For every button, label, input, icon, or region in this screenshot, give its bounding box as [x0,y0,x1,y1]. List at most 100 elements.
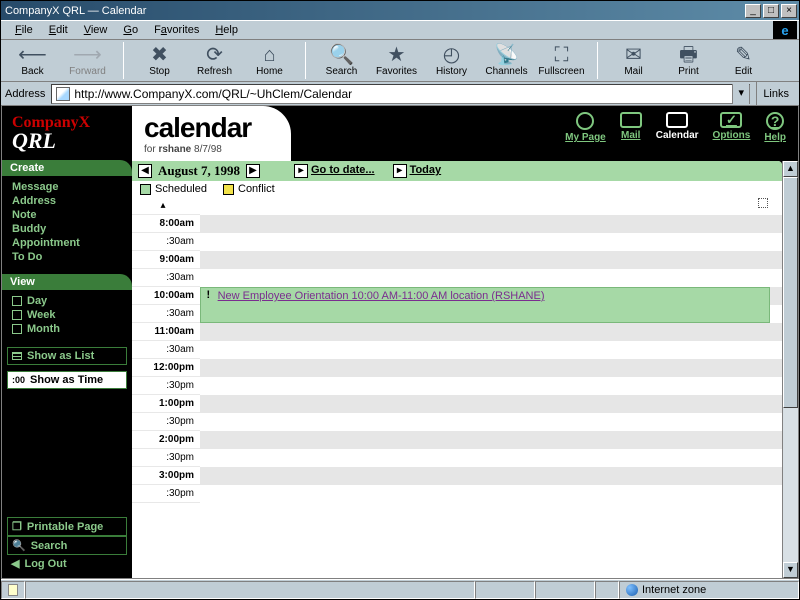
time-label: 10:00am [132,287,200,305]
time-slot[interactable] [200,341,782,359]
time-slot[interactable] [200,233,782,251]
sidebar-search-button[interactable]: 🔍Search [7,536,127,555]
home-button[interactable]: ⌂Home [242,42,297,79]
edit-button[interactable]: ✎Edit [716,42,771,79]
time-slot[interactable] [200,377,782,395]
show-as-time-button[interactable]: :00Show as Time [7,371,127,389]
favorites-button[interactable]: ★Favorites [369,42,424,79]
time-slot[interactable] [200,395,782,413]
window-title: CompanyX QRL — Calendar [3,5,743,17]
address-label: Address [5,88,51,100]
stop-button[interactable]: ✖Stop [132,42,187,79]
time-slot[interactable] [200,323,782,341]
view-heading: View [2,274,132,290]
time-label: 1:00pm [132,395,200,413]
create-note[interactable]: Note [12,208,132,222]
close-button[interactable]: × [781,4,797,18]
toolbar: ⟵Back ⟶Forward ✖Stop ⟳Refresh ⌂Home 🔍Sea… [1,40,799,82]
history-button[interactable]: ◴History [424,42,479,79]
page-subtitle: for rshane 8/7/98 [144,144,251,155]
refresh-button[interactable]: ⟳Refresh [187,42,242,79]
time-slot[interactable] [200,413,782,431]
brand-app: QRL [12,132,122,150]
search-button[interactable]: 🔍Search [314,42,369,79]
time-slot[interactable] [200,467,782,485]
time-slot[interactable] [200,269,782,287]
nav-options[interactable]: Options [713,112,751,141]
print-button[interactable]: 🖶Print [661,42,716,79]
back-button[interactable]: ⟵Back [5,42,60,79]
nav-calendar[interactable]: Calendar [656,112,699,141]
doc-icon [8,584,18,596]
time-slot[interactable] [200,359,782,377]
page-header: calendar for rshane 8/7/98 [132,106,291,161]
view-month[interactable]: Month [2,322,132,336]
page-title: calendar [144,112,251,144]
statusbar: Internet zone [1,579,799,599]
time-label: :30pm [132,413,200,431]
menu-view[interactable]: View [76,22,116,38]
time-label: :30pm [132,449,200,467]
address-input[interactable] [74,85,732,103]
current-date: August 7, 1998 [158,163,240,179]
main-area: calendar for rshane 8/7/98 My Page Mail … [132,106,798,578]
calendar-event[interactable]: ! New Employee Orientation 10:00 AM-11:0… [200,287,770,323]
time-slot[interactable] [200,431,782,449]
menu-help[interactable]: Help [207,22,246,38]
vertical-scrollbar[interactable]: ▲ ▼ [782,161,798,578]
date-strip: ◀ August 7, 1998 ▶ ▸Go to date... ▸Today [132,161,782,181]
create-heading: Create [2,160,132,176]
time-label: 9:00am [132,251,200,269]
calendar-body: ◀ August 7, 1998 ▶ ▸Go to date... ▸Today… [132,161,782,578]
scrollbar-thumb[interactable] [783,177,798,408]
menu-favorites[interactable]: Favorites [146,22,207,38]
scroll-up-button[interactable]: ▲ [783,161,798,177]
titlebar: CompanyX QRL — Calendar _ □ × [1,1,799,20]
minimize-button[interactable]: _ [745,4,761,18]
menu-go[interactable]: Go [115,22,146,38]
time-label: :30pm [132,377,200,395]
top-nav: My Page Mail Calendar Options Help [565,106,798,161]
create-buddy[interactable]: Buddy [12,222,132,236]
nav-mypage[interactable]: My Page [565,112,606,143]
scroll-down-button[interactable]: ▼ [783,562,798,578]
mail-button[interactable]: ✉Mail [606,42,661,79]
create-appointment[interactable]: Appointment [12,236,132,250]
fullscreen-button[interactable]: ⛶Fullscreen [534,42,589,79]
event-link[interactable]: New Employee Orientation 10:00 AM-11:00 … [218,290,545,302]
globe-icon [626,584,638,596]
time-slot[interactable] [200,449,782,467]
time-slot[interactable] [200,485,782,503]
menu-file[interactable]: File [7,22,41,38]
menu-edit[interactable]: Edit [41,22,76,38]
view-day[interactable]: Day [2,294,132,308]
links-label[interactable]: Links [756,82,795,105]
forward-button[interactable]: ⟶Forward [60,42,115,79]
scroll-earlier-icon[interactable]: ▴ [132,197,200,215]
address-dropdown-icon[interactable]: ▾ [732,84,749,104]
time-slot[interactable] [200,215,782,233]
prev-day-button[interactable]: ◀ [138,164,152,178]
scheduled-swatch [140,184,151,195]
view-week[interactable]: Week [2,308,132,322]
expand-icon[interactable] [758,198,768,208]
goto-date-link[interactable]: ▸Go to date... [294,164,375,178]
nav-help[interactable]: Help [764,112,786,143]
channels-button[interactable]: 📡Channels [479,42,534,79]
today-link[interactable]: ▸Today [393,164,442,178]
next-day-button[interactable]: ▶ [246,164,260,178]
show-as-list-button[interactable]: Show as List [7,347,127,365]
create-address[interactable]: Address [12,194,132,208]
time-label: :30pm [132,485,200,503]
nav-mail[interactable]: Mail [620,112,642,141]
time-label: 12:00pm [132,359,200,377]
logout-button[interactable]: ◀Log Out [7,555,127,572]
create-message[interactable]: Message [12,180,132,194]
time-slot[interactable] [200,251,782,269]
maximize-button[interactable]: □ [763,4,779,18]
create-to-do[interactable]: To Do [12,250,132,264]
address-field-wrap[interactable]: ▾ [51,84,750,104]
printable-page-button[interactable]: ❐Printable Page [7,517,127,536]
time-label: 3:00pm [132,467,200,485]
legend-conflict: Conflict [223,183,275,195]
